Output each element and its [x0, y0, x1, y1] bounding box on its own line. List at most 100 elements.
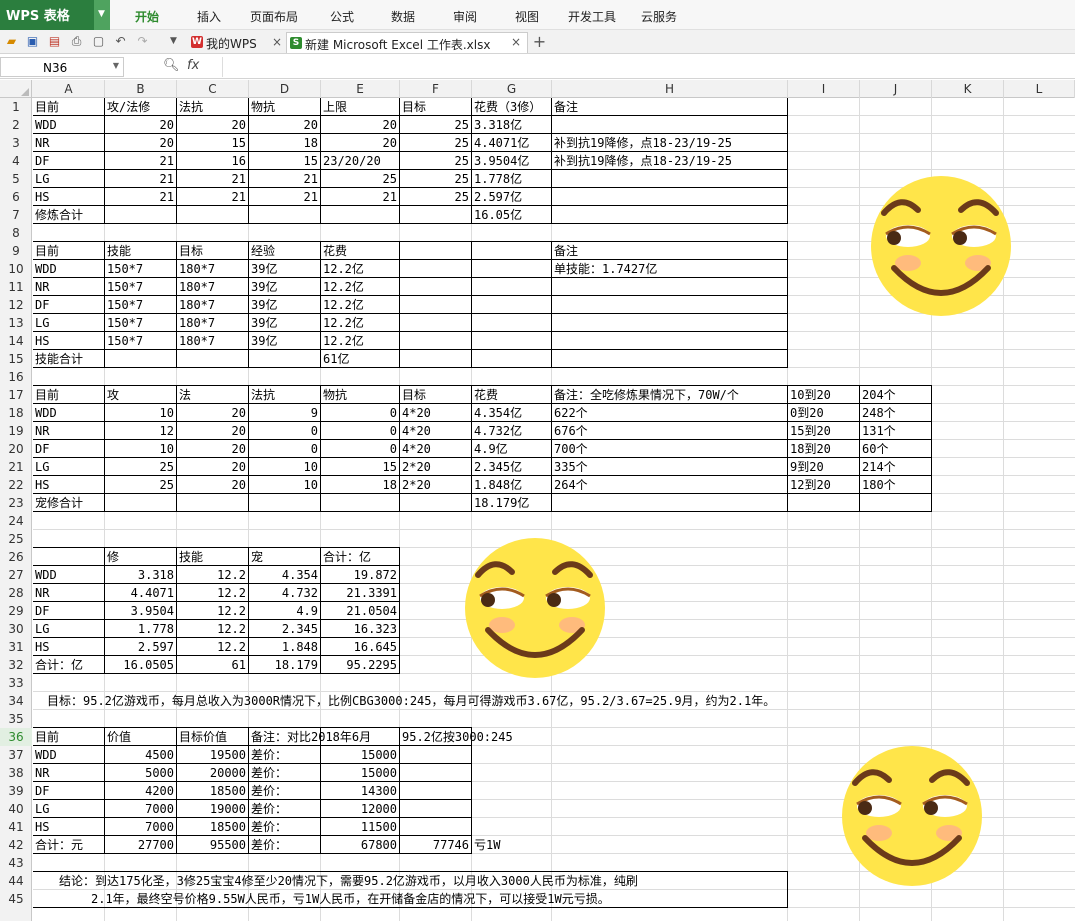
cell-d22[interactable]: 10: [249, 476, 320, 494]
cell-b10[interactable]: 150*7: [105, 260, 176, 278]
cell-b2[interactable]: 20: [105, 116, 176, 134]
cell-d29[interactable]: 4.9: [249, 602, 320, 620]
cell-i21[interactable]: 9到20: [788, 458, 859, 476]
cell-b19[interactable]: 12: [105, 422, 176, 440]
menu-review[interactable]: 审阅: [453, 8, 477, 25]
cell-e5[interactable]: 25: [321, 170, 399, 188]
cell-a15[interactable]: 技能合计: [33, 350, 104, 368]
cell-f5[interactable]: 25: [400, 170, 471, 188]
cell-b42[interactable]: 27700: [105, 836, 176, 854]
cell-f18[interactable]: 4*20: [400, 404, 471, 422]
cell-f22[interactable]: 2*20: [400, 476, 471, 494]
cell-e3[interactable]: 20: [321, 134, 399, 152]
cell-e38[interactable]: 15000: [321, 764, 399, 782]
cell-i18[interactable]: 0到20: [788, 404, 859, 422]
cell-c30[interactable]: 12.2: [177, 620, 248, 638]
cell-b9[interactable]: 技能: [105, 242, 176, 260]
tab-workbook[interactable]: S 新建 Microsoft Excel 工作表.xlsx: [286, 32, 528, 53]
cell-a22[interactable]: HS: [33, 476, 104, 494]
cell-h9[interactable]: 备注: [552, 242, 787, 260]
cell-j20[interactable]: 60个: [860, 440, 931, 458]
cell-d20[interactable]: 0: [249, 440, 320, 458]
column-header-g[interactable]: G: [472, 80, 552, 98]
worksheet-grid[interactable]: 目前 攻/法修 法抗 物抗 上限 目标 花费（3修） 备注 WDD 20 20 20 20 25 3.318…: [33, 98, 1075, 921]
cell-j22[interactable]: 180个: [860, 476, 931, 494]
cell-a17[interactable]: 目前: [33, 386, 104, 404]
row-header-30[interactable]: 30: [0, 620, 32, 638]
cell-a3[interactable]: NR: [33, 134, 104, 152]
cell-e27[interactable]: 19.872: [321, 566, 399, 584]
row-header-32[interactable]: 32: [0, 656, 32, 674]
row-header-6[interactable]: 6: [0, 188, 32, 206]
cell-c32[interactable]: 61: [177, 656, 248, 674]
row-header-36[interactable]: 36: [0, 728, 32, 746]
column-header-e[interactable]: E: [321, 80, 400, 98]
cell-g3[interactable]: 4.4071亿: [472, 134, 551, 152]
cell-d5[interactable]: 21: [249, 170, 320, 188]
cell-c19[interactable]: 20: [177, 422, 248, 440]
cell-i17[interactable]: 10到20: [788, 386, 859, 404]
cell-c13[interactable]: 180*7: [177, 314, 248, 332]
cell-b40[interactable]: 7000: [105, 800, 176, 818]
cell-b6[interactable]: 21: [105, 188, 176, 206]
cell-e6[interactable]: 21: [321, 188, 399, 206]
app-menu-dropdown-icon[interactable]: ▼: [94, 0, 110, 30]
cell-c41[interactable]: 18500: [177, 818, 248, 836]
row-header-25[interactable]: 25: [0, 530, 32, 548]
cell-d2[interactable]: 20: [249, 116, 320, 134]
row-header-4[interactable]: 4: [0, 152, 32, 170]
column-header-d[interactable]: D: [249, 80, 321, 98]
cell-d3[interactable]: 18: [249, 134, 320, 152]
cell-a20[interactable]: DF: [33, 440, 104, 458]
cell-a37[interactable]: WDD: [33, 746, 104, 764]
cell-h20[interactable]: 700个: [552, 440, 787, 458]
formula-input[interactable]: [222, 57, 1072, 77]
new-tab-icon[interactable]: +: [532, 34, 547, 50]
cell-a29[interactable]: DF: [33, 602, 104, 620]
column-header-k[interactable]: K: [932, 80, 1004, 98]
cell-c37[interactable]: 19500: [177, 746, 248, 764]
cell-h21[interactable]: 335个: [552, 458, 787, 476]
cell-e13[interactable]: 12.2亿: [321, 314, 399, 332]
cell-j19[interactable]: 131个: [860, 422, 931, 440]
cell-a27[interactable]: WDD: [33, 566, 104, 584]
menu-home[interactable]: 开始: [135, 8, 159, 25]
cell-a38[interactable]: NR: [33, 764, 104, 782]
cell-g1[interactable]: 花费（3修）: [472, 98, 551, 116]
cell-e10[interactable]: 12.2亿: [321, 260, 399, 278]
cell-d19[interactable]: 0: [249, 422, 320, 440]
cell-e30[interactable]: 16.323: [321, 620, 399, 638]
row-header-41[interactable]: 41: [0, 818, 32, 836]
cell-e2[interactable]: 20: [321, 116, 399, 134]
cell-d13[interactable]: 39亿: [249, 314, 320, 332]
cell-f6[interactable]: 25: [400, 188, 471, 206]
cell-a2[interactable]: WDD: [33, 116, 104, 134]
cell-e26[interactable]: 合计：亿: [321, 548, 399, 566]
cell-e17[interactable]: 物抗: [321, 386, 399, 404]
cell-d1[interactable]: 物抗: [249, 98, 320, 116]
cell-f42[interactable]: 77746: [400, 836, 471, 854]
column-header-b[interactable]: B: [105, 80, 177, 98]
cell-b14[interactable]: 150*7: [105, 332, 176, 350]
cell-b22[interactable]: 25: [105, 476, 176, 494]
cell-c11[interactable]: 180*7: [177, 278, 248, 296]
row-header-5[interactable]: 5: [0, 170, 32, 188]
cell-e22[interactable]: 18: [321, 476, 399, 494]
cell-b11[interactable]: 150*7: [105, 278, 176, 296]
cell-f1[interactable]: 目标: [400, 98, 471, 116]
cell-a10[interactable]: WDD: [33, 260, 104, 278]
close-tab-icon[interactable]: ×: [511, 35, 521, 49]
cell-b27[interactable]: 3.318: [105, 566, 176, 584]
cell-e9[interactable]: 花费: [321, 242, 399, 260]
cell-c29[interactable]: 12.2: [177, 602, 248, 620]
column-header-c[interactable]: C: [177, 80, 249, 98]
row-header-28[interactable]: 28: [0, 584, 32, 602]
cell-d11[interactable]: 39亿: [249, 278, 320, 296]
print-icon[interactable]: ⎙: [69, 34, 84, 49]
menu-developer[interactable]: 开发工具: [568, 8, 616, 25]
close-tab-icon[interactable]: ×: [272, 35, 282, 49]
cell-g21[interactable]: 2.345亿: [472, 458, 551, 476]
cell-c21[interactable]: 20: [177, 458, 248, 476]
cell-d17[interactable]: 法抗: [249, 386, 320, 404]
cell-c5[interactable]: 21: [177, 170, 248, 188]
